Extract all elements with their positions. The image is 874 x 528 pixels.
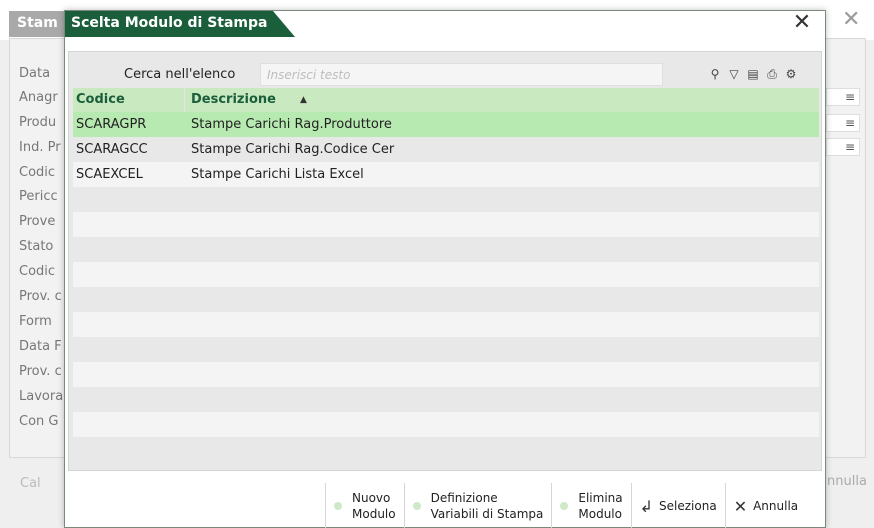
search-label: Cerca nell'elenco (124, 67, 236, 82)
nuovo-modulo-label: Nuovo Modulo (352, 491, 396, 521)
enter-arrow-icon: ↲ (639, 496, 654, 516)
background-bottom-right-button[interactable]: nnulla (827, 474, 867, 489)
cell-description (185, 337, 819, 362)
cell-code (73, 312, 185, 337)
background-bottom-left-button[interactable]: Cal (20, 476, 41, 491)
background-label: Ind. Pr (19, 140, 61, 155)
background-label: Pericc (19, 189, 58, 204)
table-row[interactable] (73, 187, 819, 212)
cell-description: Stampe Carichi Lista Excel (191, 167, 364, 182)
background-label: Data (19, 66, 51, 81)
background-label: Data F (19, 339, 62, 354)
grid-header: Codice Descrizione ▲ (73, 88, 819, 112)
cell-description (185, 437, 819, 462)
background-label: Produ (19, 115, 57, 130)
dialog-titlebar: Scelta Modulo di Stampa ✕ (65, 11, 825, 37)
close-icon: ✕ (733, 496, 748, 516)
grid-toolbar: ⚲ ▽ ▤ ⎙ ⚙ (707, 66, 799, 82)
elimina-dot-icon (560, 502, 569, 510)
definizione-variabili-label: Definizione Variabili di Stampa (430, 491, 544, 521)
table-row[interactable] (73, 287, 819, 312)
cell-code: SCARAGPR (76, 117, 147, 132)
definizione-variabili-button[interactable]: Definizione Variabili di Stampa (403, 483, 552, 528)
export-icon[interactable]: ▤ (745, 66, 761, 82)
cell-code (73, 337, 185, 362)
background-label: Prov. c (19, 289, 62, 304)
table-row[interactable] (73, 312, 819, 337)
background-label: Codic (19, 165, 56, 180)
cell-code (73, 262, 185, 287)
table-row[interactable] (73, 262, 819, 287)
cell-description (185, 187, 819, 212)
cell-code (73, 362, 185, 387)
table-row[interactable] (73, 412, 819, 437)
search-icon[interactable]: ⚲ (707, 66, 723, 82)
column-header-description[interactable]: Descrizione ▲ (185, 88, 819, 112)
definizione-dot-icon (412, 502, 421, 510)
cell-description: Stampe Carichi Rag.Produttore (191, 117, 392, 132)
cell-code (73, 437, 185, 462)
cell-description (185, 362, 819, 387)
seleziona-label: Seleziona (659, 499, 717, 513)
grid-rows: SCARAGPR Stampe Carichi Rag.Produttore SCA… (73, 112, 819, 462)
table-row[interactable] (73, 362, 819, 387)
seleziona-button[interactable]: ↲ Seleziona (630, 483, 725, 528)
dialog-footer: Nuovo Modulo Definizione Variabili di St… (325, 483, 806, 528)
cell-description (185, 262, 819, 287)
cell-code (73, 387, 185, 412)
cell-code (73, 212, 185, 237)
print-icon[interactable]: ⎙ (764, 66, 780, 82)
cell-description (185, 212, 819, 237)
settings-icon[interactable]: ⚙ (783, 66, 799, 82)
cell-code: SCARAGCC (76, 142, 148, 157)
dialog-close-icon[interactable]: ✕ (789, 12, 815, 36)
background-label: Prove (19, 214, 56, 229)
table-row[interactable] (73, 437, 819, 462)
cell-code (73, 237, 185, 262)
background-label: Stato (19, 239, 54, 254)
background-label: Codic (19, 264, 56, 279)
background-label: Form (19, 314, 52, 329)
annulla-button[interactable]: ✕ Annulla (724, 483, 806, 528)
dialog-body: Cerca nell'elenco ⚲ ▽ ▤ ⎙ ⚙ Codice Descr… (68, 51, 822, 471)
background-close-icon[interactable]: ✕ (842, 8, 860, 32)
cell-description (185, 287, 819, 312)
print-module-dialog: Scelta Modulo di Stampa ✕ Cerca nell'ele… (64, 10, 826, 528)
cell-description (185, 412, 819, 437)
column-header-description-label: Descrizione (191, 92, 276, 107)
background-label: Con G (19, 414, 59, 429)
background-label: Prov. c (19, 364, 62, 379)
elimina-modulo-button[interactable]: Elimina Modulo (551, 483, 630, 528)
cell-code (73, 187, 185, 212)
table-row[interactable]: SCAEXCEL Stampe Carichi Lista Excel (73, 162, 819, 187)
table-row[interactable] (73, 212, 819, 237)
cell-description (185, 237, 819, 262)
search-input[interactable] (260, 63, 663, 86)
table-row[interactable] (73, 237, 819, 262)
sort-ascending-icon: ▲ (299, 94, 307, 105)
table-row[interactable]: SCARAGPR Stampe Carichi Rag.Produttore (73, 112, 819, 137)
column-header-code[interactable]: Codice (73, 88, 185, 112)
cell-code (73, 412, 185, 437)
cell-description (185, 312, 819, 337)
module-grid: Codice Descrizione ▲ SCARAGPR Stampe Caric… (73, 88, 819, 462)
background-field-2[interactable]: ≡ (826, 114, 860, 132)
background-label: Anagr (19, 90, 58, 105)
cell-code (73, 287, 185, 312)
dialog-title: Scelta Modulo di Stampa (65, 11, 295, 37)
filter-icon[interactable]: ▽ (726, 66, 742, 82)
cell-description (185, 387, 819, 412)
background-label: Lavora (19, 389, 64, 404)
background-field-1[interactable]: ≡ (826, 88, 860, 106)
nuovo-modulo-button[interactable]: Nuovo Modulo (325, 483, 404, 528)
cell-description: Stampe Carichi Rag.Codice Cer (191, 142, 395, 157)
nuovo-dot-icon (334, 502, 342, 510)
background-field-3[interactable]: ≡ (826, 138, 860, 156)
cell-code: SCAEXCEL (76, 167, 143, 182)
table-row[interactable] (73, 337, 819, 362)
table-row[interactable]: SCARAGCC Stampe Carichi Rag.Codice Cer (73, 137, 819, 162)
table-row[interactable] (73, 387, 819, 412)
elimina-modulo-label: Elimina Modulo (578, 491, 623, 521)
annulla-label: Annulla (753, 499, 799, 513)
